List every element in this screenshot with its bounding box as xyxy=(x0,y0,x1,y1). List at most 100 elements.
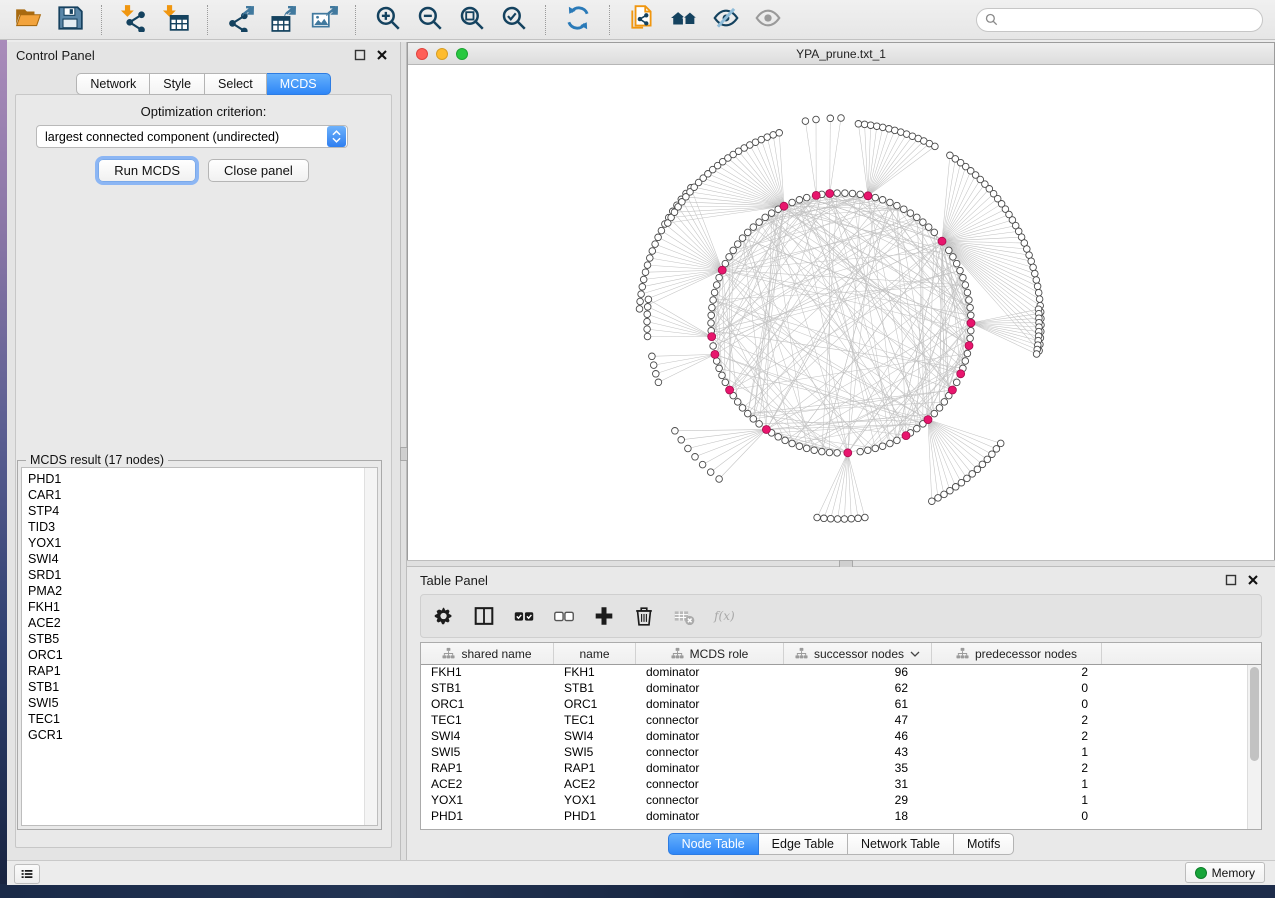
network-node xyxy=(811,447,818,454)
mcds-result-item[interactable]: STB1 xyxy=(28,679,364,695)
table-row[interactable]: TEC1TEC1connector472 xyxy=(421,713,1247,729)
mcds-result-item[interactable]: TEC1 xyxy=(28,711,364,727)
network-node xyxy=(872,445,879,452)
export-image-button[interactable] xyxy=(308,2,340,37)
show-all-button[interactable] xyxy=(752,2,784,37)
mcds-result-item[interactable]: FKH1 xyxy=(28,599,364,615)
export-network-button[interactable] xyxy=(224,2,256,37)
mcds-result-list[interactable]: PHD1CAR1STP4TID3YOX1SWI4SRD1PMA2FKH1ACE2… xyxy=(21,467,378,826)
export-table-button[interactable] xyxy=(266,2,298,37)
vertical-splitter[interactable] xyxy=(400,42,407,860)
column-header-name[interactable]: name xyxy=(554,643,636,664)
table-row[interactable]: PHD1PHD1dominator180 xyxy=(421,809,1247,825)
tab-style[interactable]: Style xyxy=(150,73,205,95)
toggle-panel-button[interactable] xyxy=(471,603,497,629)
scrollbar-thumb[interactable] xyxy=(1250,667,1259,761)
cell: 62 xyxy=(784,681,932,697)
dominator-node xyxy=(967,319,975,327)
mcds-result-item[interactable]: GCR1 xyxy=(28,727,364,743)
mcds-result-item[interactable]: SWI4 xyxy=(28,551,364,567)
function-builder-button: f(x) xyxy=(711,603,737,629)
mcds-result-item[interactable]: PHD1 xyxy=(28,471,364,487)
task-history-button[interactable] xyxy=(14,864,40,884)
mcds-list-scrollbar[interactable] xyxy=(364,468,377,825)
column-header-shared-name[interactable]: shared name xyxy=(421,643,554,664)
network-node xyxy=(734,241,741,248)
mcds-result-item[interactable]: CAR1 xyxy=(28,487,364,503)
column-label: name xyxy=(579,647,609,661)
table-row[interactable]: YOX1YOX1connector291 xyxy=(421,793,1247,809)
close-mcds-panel-button[interactable]: Close panel xyxy=(208,159,309,182)
save-session-button[interactable] xyxy=(54,2,86,37)
mcds-result-item[interactable]: TID3 xyxy=(28,519,364,535)
network-graph[interactable] xyxy=(408,65,1274,560)
run-mcds-button[interactable]: Run MCDS xyxy=(98,159,196,182)
tab-motifs[interactable]: Motifs xyxy=(954,833,1014,855)
zoom-selected-button[interactable] xyxy=(498,2,530,37)
float-table-panel-button[interactable] xyxy=(1224,572,1240,588)
mcds-result-item[interactable]: PMA2 xyxy=(28,583,364,599)
table-row[interactable]: ORC1ORC1dominator610 xyxy=(421,697,1247,713)
cell: connector xyxy=(636,713,784,729)
close-table-panel-button[interactable] xyxy=(1246,572,1262,588)
table-row[interactable]: FKH1FKH1dominator962 xyxy=(421,665,1247,681)
zoom-fit-button[interactable] xyxy=(456,2,488,37)
tab-select[interactable]: Select xyxy=(205,73,267,95)
table-rows: FKH1FKH1dominator962STB1STB1dominator620… xyxy=(421,665,1247,829)
cell: 43 xyxy=(784,745,932,761)
toolbar-separator xyxy=(101,5,103,35)
network-node xyxy=(803,445,810,452)
import-network-button[interactable] xyxy=(118,2,150,37)
table-row[interactable]: STB1STB1dominator620 xyxy=(421,681,1247,697)
mcds-result-item[interactable]: SWI5 xyxy=(28,695,364,711)
chevron-down-icon[interactable] xyxy=(910,650,920,658)
network-node xyxy=(925,224,932,231)
network-canvas[interactable] xyxy=(408,65,1274,560)
close-panel-button[interactable] xyxy=(375,47,391,63)
horizontal-splitter[interactable] xyxy=(407,560,1275,567)
table-row[interactable]: ACE2ACE2connector311 xyxy=(421,777,1247,793)
add-column-button[interactable] xyxy=(591,603,617,629)
delete-column-button[interactable] xyxy=(631,603,657,629)
column-header-successor-nodes[interactable]: successor nodes xyxy=(784,643,932,664)
tab-node-table[interactable]: Node Table xyxy=(668,833,759,855)
first-neighbors-button[interactable] xyxy=(668,2,700,37)
network-node xyxy=(957,267,964,274)
table-row[interactable]: SWI4SWI4dominator462 xyxy=(421,729,1247,745)
refresh-button[interactable] xyxy=(562,2,594,37)
clone-network-button[interactable] xyxy=(626,2,658,37)
network-window-titlebar[interactable]: YPA_prune.txt_1 xyxy=(408,43,1274,65)
zoom-out-button[interactable] xyxy=(414,2,446,37)
criterion-select[interactable]: largest connected component (undirected) xyxy=(36,125,348,148)
mcds-result-item[interactable]: STB5 xyxy=(28,631,364,647)
memory-button[interactable]: Memory xyxy=(1185,862,1265,883)
tab-network[interactable]: Network xyxy=(76,73,150,95)
column-header-predecessor-nodes[interactable]: predecessor nodes xyxy=(932,643,1102,664)
mcds-result-item[interactable]: RAP1 xyxy=(28,663,364,679)
cytoscape-app: Control Panel NetworkStyleSelectMCDS Opt… xyxy=(0,0,1275,898)
hide-selected-button[interactable] xyxy=(710,2,742,37)
tab-mcds[interactable]: MCDS xyxy=(267,73,331,95)
table-row[interactable]: SWI5SWI5connector431 xyxy=(421,745,1247,761)
import-table-button[interactable] xyxy=(160,2,192,37)
table-row[interactable]: RAP1RAP1dominator352 xyxy=(421,761,1247,777)
network-node xyxy=(719,372,726,379)
search-input[interactable] xyxy=(1003,12,1254,28)
settings-gear-button[interactable] xyxy=(431,603,457,629)
mcds-result-item[interactable]: SRD1 xyxy=(28,567,364,583)
mcds-result-item[interactable]: ACE2 xyxy=(28,615,364,631)
mcds-result-item[interactable]: STP4 xyxy=(28,503,364,519)
table-scrollbar[interactable] xyxy=(1247,665,1261,829)
mcds-result-item[interactable]: ORC1 xyxy=(28,647,364,663)
zoom-in-button[interactable] xyxy=(372,2,404,37)
tab-network-table[interactable]: Network Table xyxy=(848,833,954,855)
control-panel-tabs: NetworkStyleSelectMCDS xyxy=(7,73,400,95)
open-session-button[interactable] xyxy=(12,2,44,37)
mcds-result-item[interactable]: YOX1 xyxy=(28,535,364,551)
deselect-all-button[interactable] xyxy=(551,603,577,629)
column-header-MCDS-role[interactable]: MCDS role xyxy=(636,643,784,664)
float-window-button[interactable] xyxy=(353,47,369,63)
search-box[interactable] xyxy=(976,8,1263,32)
tab-edge-table[interactable]: Edge Table xyxy=(759,833,848,855)
select-all-button[interactable] xyxy=(511,603,537,629)
